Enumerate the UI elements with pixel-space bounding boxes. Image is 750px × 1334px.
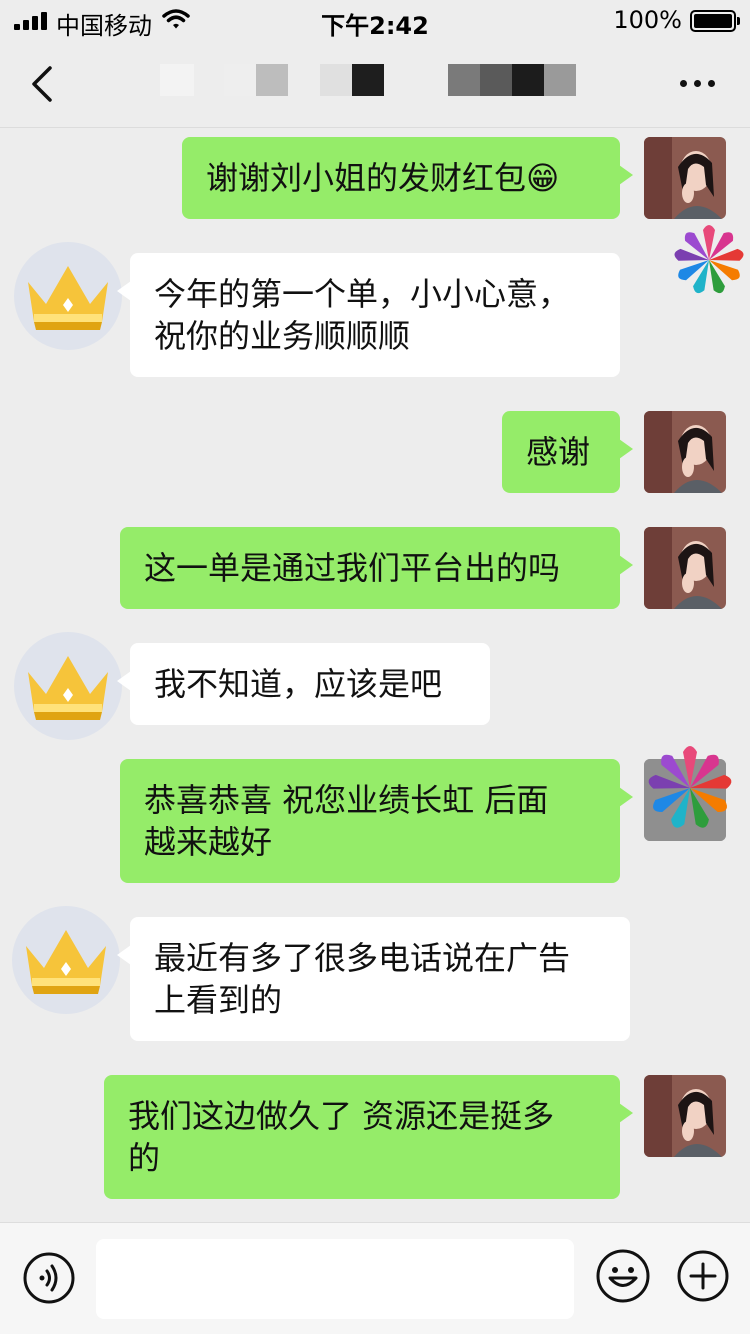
message-input[interactable] <box>96 1239 574 1319</box>
message-text: 的 <box>128 1139 161 1177</box>
chat-header <box>0 42 750 128</box>
message-text: 今年的第一个单，小小心意， <box>154 275 571 313</box>
battery-icon <box>690 10 740 32</box>
message-text: 祝你的业务顺顺顺 <box>154 317 411 355</box>
emoji-icon[interactable] <box>594 1247 652 1305</box>
contact-avatar[interactable] <box>12 906 120 1014</box>
message-bubble[interactable]: 我不知道，应该是吧 <box>117 643 490 725</box>
message-bubble[interactable]: 谢谢刘小姐的发财红包😁 <box>182 137 633 219</box>
back-icon[interactable] <box>24 62 64 106</box>
plus-icon[interactable] <box>676 1247 730 1305</box>
message-text: 上看到的 <box>154 981 283 1019</box>
message-text: 越来越好 <box>144 823 273 861</box>
message-text: 这一单是通过我们平台出的吗 <box>144 549 561 587</box>
my-avatar[interactable] <box>644 1075 726 1157</box>
voice-icon[interactable] <box>22 1251 76 1305</box>
message-bubble[interactable]: 我们这边做久了 资源还是挺多 的 <box>104 1075 633 1199</box>
message-text: 谢谢刘小姐的发财红包😁 <box>206 159 560 197</box>
more-icon[interactable] <box>676 68 720 100</box>
my-avatar[interactable] <box>644 137 726 219</box>
message-text: 恭喜恭喜 祝您业绩长虹 后面 <box>144 781 549 819</box>
message-text: 感谢 <box>526 433 591 471</box>
status-bar: 中国移动 下午2:42 100% <box>0 0 750 42</box>
contact-avatar[interactable] <box>14 242 122 350</box>
message-bubble[interactable]: 恭喜恭喜 祝您业绩长虹 后面 越来越好 <box>120 759 633 883</box>
message-bubble[interactable]: 感谢 <box>502 411 633 493</box>
message-bubble[interactable]: 最近有多了很多电话说在广告 上看到的 <box>117 917 630 1041</box>
my-avatar[interactable] <box>644 411 726 493</box>
flower-sticker <box>674 225 744 294</box>
my-avatar[interactable] <box>644 527 726 609</box>
message-bubble[interactable]: 今年的第一个单，小小心意， 祝你的业务顺顺顺 <box>117 253 620 377</box>
input-bar <box>0 1222 750 1334</box>
flower-sticker <box>648 746 732 828</box>
message-text: 最近有多了很多电话说在广告 <box>154 939 571 977</box>
message-text: 我们这边做久了 资源还是挺多 <box>128 1097 555 1135</box>
contact-avatar[interactable] <box>14 632 122 740</box>
message-bubble[interactable]: 这一单是通过我们平台出的吗 <box>120 527 633 609</box>
message-text: 我不知道，应该是吧 <box>154 665 443 703</box>
battery-percent: 100% <box>613 6 682 34</box>
